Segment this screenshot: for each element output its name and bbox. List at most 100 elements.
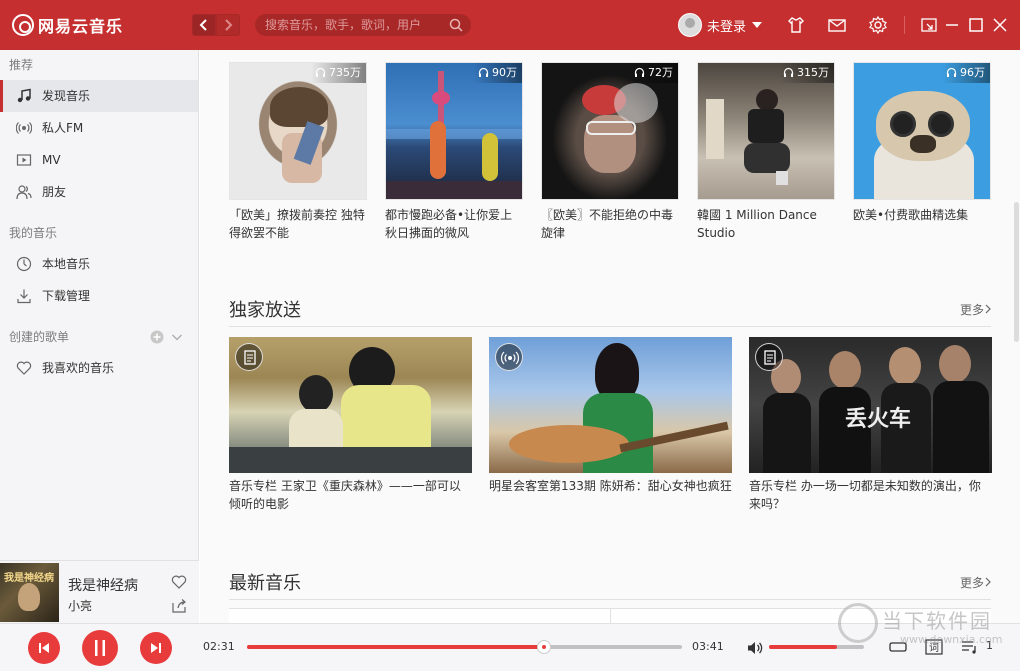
sidebar-item-fm[interactable]: 私人FM [0, 112, 198, 144]
chevron-right-icon [985, 577, 991, 587]
share-icon[interactable] [171, 598, 187, 614]
sidebar-item-local-music[interactable]: 本地音乐 [0, 248, 198, 280]
next-button[interactable] [140, 632, 172, 664]
forward-button[interactable] [216, 14, 240, 36]
play-count: 96万 [942, 63, 990, 83]
exclusive-title[interactable]: 音乐专栏 办一场一切都是未知数的演出，你来吗？ [749, 477, 992, 513]
radio-icon [16, 122, 32, 134]
progress-bar[interactable] [247, 640, 682, 654]
play-count: 90万 [474, 63, 522, 83]
sidebar-item-liked-music[interactable]: 我喜欢的音乐 [0, 352, 198, 384]
section-title-exclusive: 独家放送 [229, 300, 301, 321]
playlist-title[interactable]: 韓國 1 Million Dance Studio [697, 206, 835, 242]
playlist-title[interactable]: 「欧美」撩拨前奏控 独特得欲罢不能 [229, 206, 367, 242]
headphones-icon [478, 67, 489, 77]
gear-icon[interactable] [868, 15, 888, 35]
maximize-icon[interactable] [966, 15, 986, 35]
artist-name[interactable]: 小亮 [68, 597, 92, 614]
sidebar-item-label: 朋友 [42, 185, 67, 199]
add-playlist-icon[interactable] [150, 330, 164, 344]
playlist-card[interactable]: 315万 韓國 1 Million Dance Studio [697, 62, 835, 242]
playlist-title[interactable]: 都市慢跑必备•让你爱上秋日拂面的微风 [385, 206, 523, 242]
chevron-left-icon [199, 19, 207, 31]
main-scrollbar[interactable] [1012, 50, 1020, 623]
scrollbar-thumb[interactable] [1014, 202, 1019, 342]
sidebar-item-mv[interactable]: MV [0, 144, 198, 176]
like-icon[interactable] [171, 574, 187, 590]
watermark-text: 当下软件园 [882, 609, 992, 633]
play-count-value: 90万 [492, 66, 517, 79]
close-icon[interactable] [990, 15, 1010, 35]
chevron-down-icon[interactable] [170, 330, 184, 344]
progress-handle[interactable] [537, 640, 552, 654]
sidebar-item-label: 私人FM [42, 121, 84, 135]
app-logo[interactable]: 网易云音乐 [12, 12, 123, 38]
watermark-url: www.downxia.com [900, 633, 1003, 646]
video-icon [16, 154, 32, 166]
section-title-newest: 最新音乐 [229, 573, 301, 594]
playlist-card[interactable]: 735万 「欧美」撩拨前奏控 独特得欲罢不能 [229, 62, 367, 242]
headphones-icon [946, 67, 957, 77]
minimize-icon[interactable] [942, 15, 962, 35]
more-label: 更多 [960, 576, 985, 590]
exclusive-title[interactable]: 音乐专栏 王家卫《重庆森林》——一部可以倾听的电影 [229, 477, 472, 513]
back-button[interactable] [192, 14, 216, 36]
playlist-card[interactable]: 96万 欧美•付费歌曲精选集 [853, 62, 991, 242]
exclusive-card[interactable]: 丢火车 音乐专栏 办一场一切都是未知数的演出，你来吗？ [749, 337, 992, 513]
more-link-exclusive[interactable]: 更多 [960, 301, 992, 318]
exclusive-cover[interactable] [489, 337, 732, 473]
headphones-icon [315, 67, 326, 77]
play-count-value: 72万 [648, 66, 673, 79]
history-nav [192, 14, 240, 36]
article-icon [755, 343, 783, 371]
exclusive-card[interactable]: 音乐专栏 王家卫《重庆森林》——一部可以倾听的电影 [229, 337, 472, 513]
watermark-logo-icon [838, 603, 878, 643]
heart-icon [16, 361, 32, 375]
album-cover-text: 我是神经病 [4, 573, 54, 584]
playlist-card[interactable]: 90万 都市慢跑必备•让你爱上秋日拂面的微风 [385, 62, 523, 242]
volume-icon[interactable] [746, 639, 764, 657]
music-note-icon [17, 88, 31, 103]
local-music-icon [16, 256, 32, 272]
total-time: 03:41 [692, 640, 724, 653]
playlist-cover[interactable]: 315万 [697, 62, 835, 200]
section-divider [229, 326, 991, 327]
sidebar-item-downloads[interactable]: 下载管理 [0, 280, 198, 312]
caret-down-icon [752, 22, 763, 28]
play-pause-button[interactable] [82, 630, 118, 666]
mini-mode-icon[interactable] [919, 15, 939, 35]
playlist-cover[interactable]: 72万 [541, 62, 679, 200]
skin-icon[interactable] [786, 15, 806, 35]
main-content: 735万 「欧美」撩拨前奏控 独特得欲罢不能 90万 都市慢跑必备•让你爱上秋日… [200, 50, 1012, 623]
playlist-card[interactable]: 72万 〖欧美〗不能拒绝の中毒旋律 [541, 62, 679, 242]
title-separator [904, 16, 905, 34]
playlist-title[interactable]: 欧美•付费歌曲精选集 [853, 206, 991, 242]
playlist-cover[interactable]: 96万 [853, 62, 991, 200]
netease-logo-icon [12, 14, 34, 36]
now-playing-panel[interactable]: 我是神经病 我是神经病 小亮 [0, 560, 199, 623]
sidebar-item-friends[interactable]: 朋友 [0, 176, 198, 208]
search-icon[interactable] [449, 18, 463, 32]
previous-button[interactable] [28, 632, 60, 664]
sidebar-item-label: MV [42, 153, 61, 167]
exclusive-cover[interactable]: 丢火车 [749, 337, 992, 473]
article-icon [235, 343, 263, 371]
avatar [678, 13, 702, 37]
user-menu[interactable]: 未登录 [678, 13, 763, 37]
exclusive-cover[interactable] [229, 337, 472, 473]
exclusive-title[interactable]: 明星会客室第133期 陈妍希：甜心女神也疯狂 [489, 477, 732, 495]
playlist-cover[interactable]: 735万 [229, 62, 367, 200]
album-cover[interactable]: 我是神经病 [0, 563, 59, 622]
chevron-right-icon [985, 304, 991, 314]
more-link-newest[interactable]: 更多 [960, 574, 992, 591]
playlist-cover[interactable]: 90万 [385, 62, 523, 200]
pause-icon [95, 640, 105, 656]
search-input[interactable] [265, 16, 445, 34]
sidebar-item-discover[interactable]: 发现音乐 [0, 80, 198, 112]
song-title[interactable]: 我是神经病 [68, 575, 138, 595]
user-name: 未登录 [707, 19, 747, 35]
mail-icon[interactable] [827, 15, 847, 35]
playlist-title[interactable]: 〖欧美〗不能拒绝の中毒旋律 [541, 206, 679, 242]
sidebar: 推荐 发现音乐 私人FM MV 朋友 我的音乐 本地音乐 下载管理 创建的歌单 … [0, 50, 199, 623]
exclusive-card[interactable]: 明星会客室第133期 陈妍希：甜心女神也疯狂 [489, 337, 732, 495]
